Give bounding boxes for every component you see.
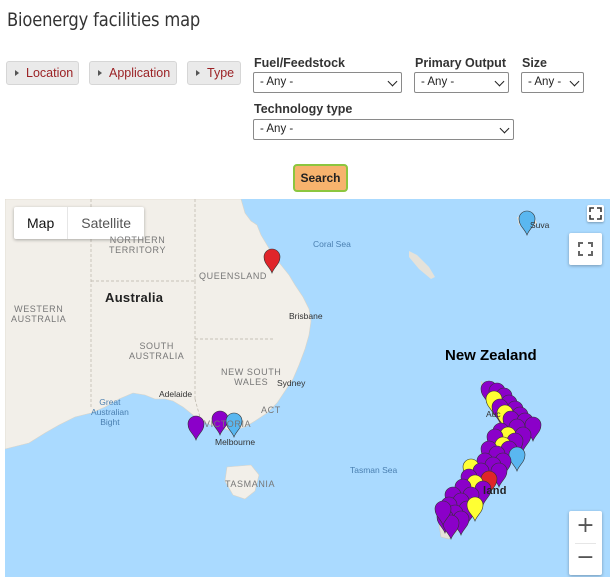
- application-filter-button[interactable]: Application: [89, 61, 177, 85]
- location-filter-button[interactable]: Location: [6, 61, 79, 85]
- map-label-auckland: Auc: [486, 409, 501, 419]
- page-title: Bioenergy facilities map: [7, 9, 201, 31]
- fullscreen-icon[interactable]: [587, 205, 604, 222]
- technology-type-label: Technology type: [254, 102, 353, 116]
- application-filter-label: Application: [109, 66, 171, 80]
- chevron-down-icon: [569, 76, 580, 87]
- map-label-australia: Australia: [105, 290, 164, 305]
- map-label-nz-island: land: [483, 485, 507, 497]
- map-label-new-zealand: New Zealand: [445, 347, 537, 364]
- map-label-south-australia: SOUTH AUSTRALIA: [129, 341, 185, 361]
- map-label-tasman-sea: Tasman Sea: [350, 465, 398, 475]
- map-label-adelaide: Adelaide: [159, 389, 193, 399]
- map-label-great-australian-bight: Great Australian Bight: [91, 397, 129, 427]
- type-filter-label: Type: [207, 66, 235, 80]
- map-canvas[interactable]: [5, 199, 610, 577]
- technology-type-select[interactable]: - Any -: [253, 119, 514, 140]
- map-label-sydney: Sydney: [277, 378, 306, 388]
- zoom-in-button[interactable]: +: [569, 511, 602, 543]
- map-label-tasmania: TASMANIA: [225, 479, 276, 489]
- map-label-northern-territory: NORTHERN TERRITORY: [109, 235, 167, 255]
- primary-output-value: - Any -: [421, 76, 455, 88]
- search-button[interactable]: Search: [293, 164, 348, 192]
- size-value: - Any -: [528, 76, 562, 88]
- primary-output-label: Primary Output: [415, 56, 506, 70]
- expand-arrow-icon: [98, 70, 102, 76]
- size-select[interactable]: - Any -: [521, 72, 584, 93]
- chevron-down-icon: [499, 123, 510, 134]
- zoom-divider: [575, 543, 596, 544]
- primary-output-select[interactable]: - Any -: [414, 72, 509, 93]
- chevron-down-icon: [387, 76, 398, 87]
- fuel-feedstock-select[interactable]: - Any -: [253, 72, 402, 93]
- map-label-queensland: QUEENSLAND: [199, 271, 268, 281]
- map-view-button[interactable]: Map: [14, 207, 69, 239]
- size-label: Size: [522, 56, 548, 70]
- map-label-brisbane: Brisbane: [289, 311, 323, 321]
- zoom-out-button[interactable]: −: [569, 543, 602, 575]
- technology-type-value: - Any -: [260, 123, 294, 135]
- map-label-western-australia: WESTERN AUSTRALIA: [11, 304, 67, 324]
- chevron-down-icon: [494, 76, 505, 87]
- map-label-melbourne: Melbourne: [215, 437, 256, 447]
- map-label-new-south-wales: NEW SOUTH WALES: [221, 367, 282, 387]
- map-label-suva: Suva: [530, 220, 550, 230]
- fuel-feedstock-value: - Any -: [260, 76, 294, 88]
- map-label-victoria: VICTORIA: [204, 419, 252, 429]
- map-label-act: ACT: [261, 405, 281, 415]
- fullscreen-toggle-icon[interactable]: [569, 233, 602, 265]
- fuel-feedstock-label: Fuel/Feedstock: [254, 56, 345, 70]
- location-filter-label: Location: [26, 66, 74, 80]
- facilities-map[interactable]: Map Satellite + − NORTHERN TERRITORY QUE…: [5, 199, 610, 577]
- map-label-coral-sea: Coral Sea: [313, 239, 351, 249]
- type-filter-button[interactable]: Type: [187, 61, 241, 85]
- expand-arrow-icon: [15, 70, 19, 76]
- expand-arrow-icon: [196, 70, 200, 76]
- zoom-control: + −: [569, 511, 602, 575]
